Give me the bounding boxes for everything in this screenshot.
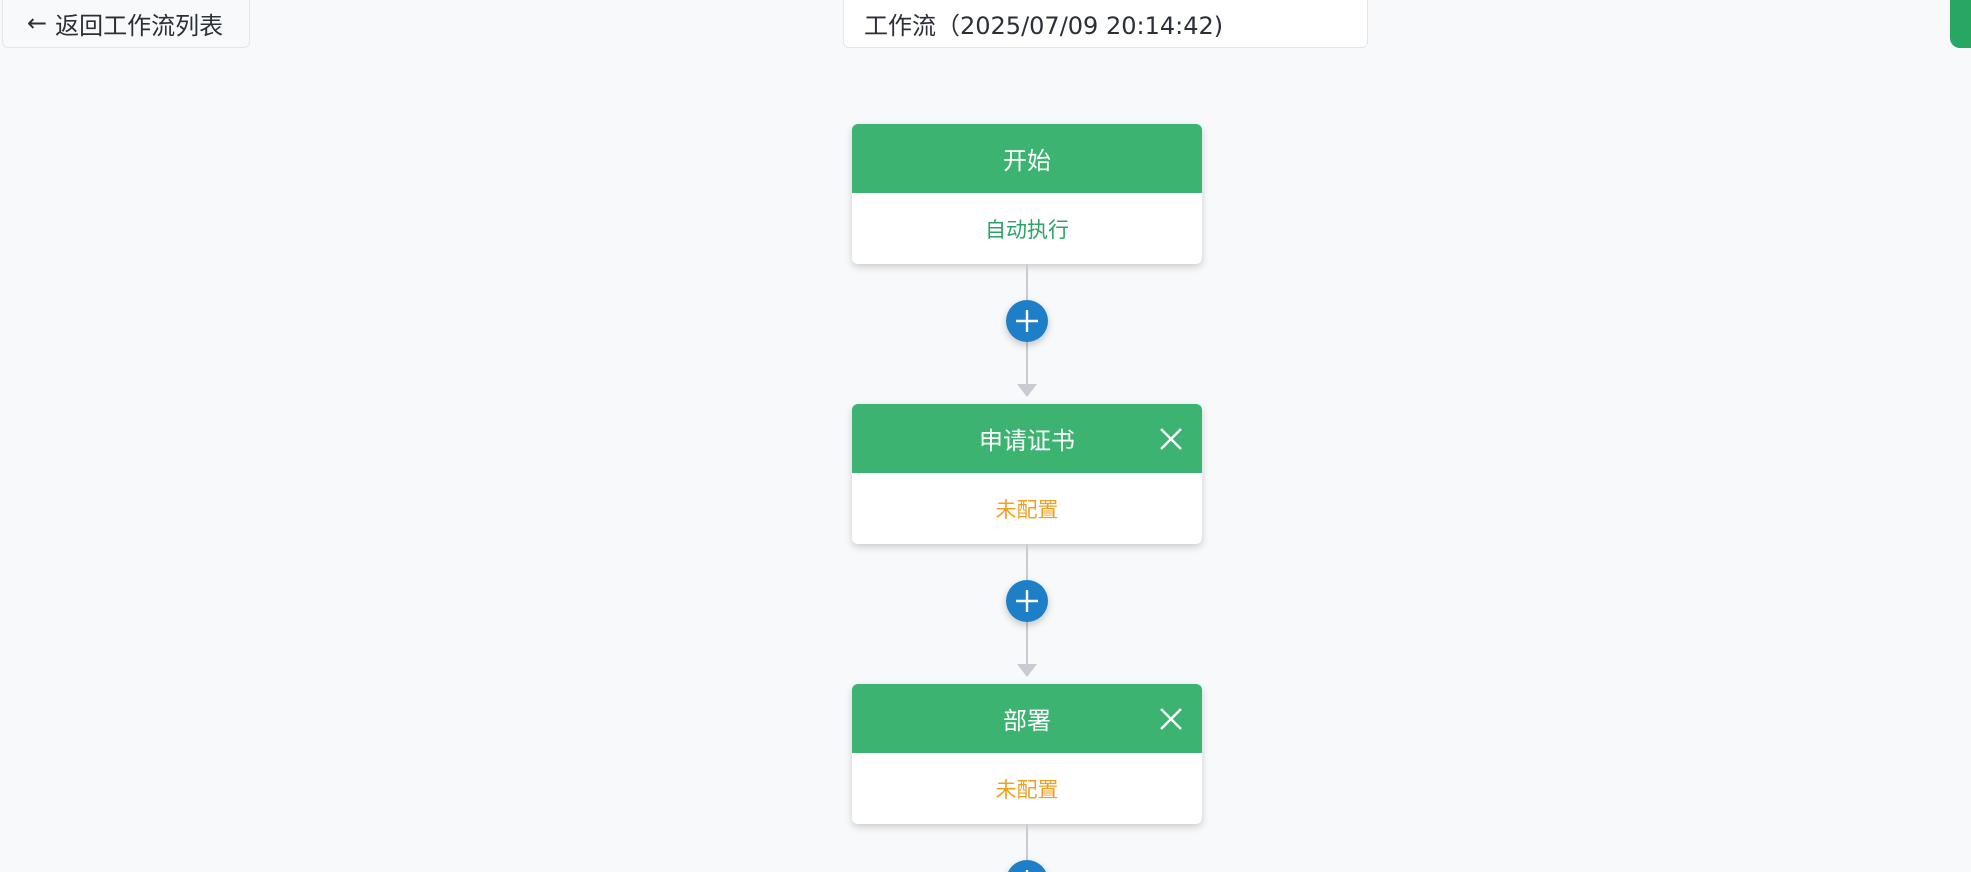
add-node-button[interactable]	[1006, 580, 1048, 622]
arrow-down-icon	[1017, 664, 1037, 677]
arrow-left-icon: ←	[27, 9, 48, 37]
node-status: 未配置	[995, 777, 1059, 802]
back-to-workflow-list-button[interactable]: ← 返回工作流列表	[2, 0, 250, 48]
arrow-down-icon	[1017, 384, 1037, 397]
back-button-label: 返回工作流列表	[55, 11, 224, 40]
flow-connector	[852, 544, 1202, 684]
plus-circle-icon	[1016, 310, 1038, 332]
workflow-node[interactable]: 部署 未配置	[852, 684, 1202, 824]
node-header: 开始	[852, 124, 1202, 193]
node-status: 自动执行	[985, 217, 1069, 242]
close-icon[interactable]	[1158, 706, 1184, 732]
node-title: 开始	[1003, 147, 1051, 175]
connector-line	[1026, 824, 1028, 864]
node-status: 未配置	[995, 497, 1059, 522]
workflow-canvas: 开始 自动执行 申请证书 未配置 部署 未配置	[852, 124, 1202, 872]
workflow-node[interactable]: 开始 自动执行	[852, 124, 1202, 264]
flow-connector	[852, 824, 1202, 872]
workflow-editor: ← 返回工作流列表 工作流（2025/07/09 20:14:42) 开始自动执…	[0, 0, 1971, 872]
node-title: 申请证书	[979, 427, 1075, 455]
plus-circle-icon	[1016, 590, 1038, 612]
corner-tab[interactable]	[1950, 0, 1971, 48]
node-header: 部署	[852, 684, 1202, 753]
add-node-button[interactable]	[1006, 860, 1048, 872]
plus-circle-icon	[1025, 870, 1029, 872]
workflow-title: 工作流（2025/07/09 20:14:42)	[864, 11, 1224, 40]
add-node-button[interactable]	[1006, 300, 1048, 342]
workflow-node[interactable]: 申请证书 未配置	[852, 404, 1202, 544]
flow-connector	[852, 264, 1202, 404]
workflow-title-field[interactable]: 工作流（2025/07/09 20:14:42)	[843, 0, 1368, 48]
close-icon[interactable]	[1158, 426, 1184, 452]
node-header: 申请证书	[852, 404, 1202, 473]
node-title: 部署	[1003, 707, 1051, 735]
